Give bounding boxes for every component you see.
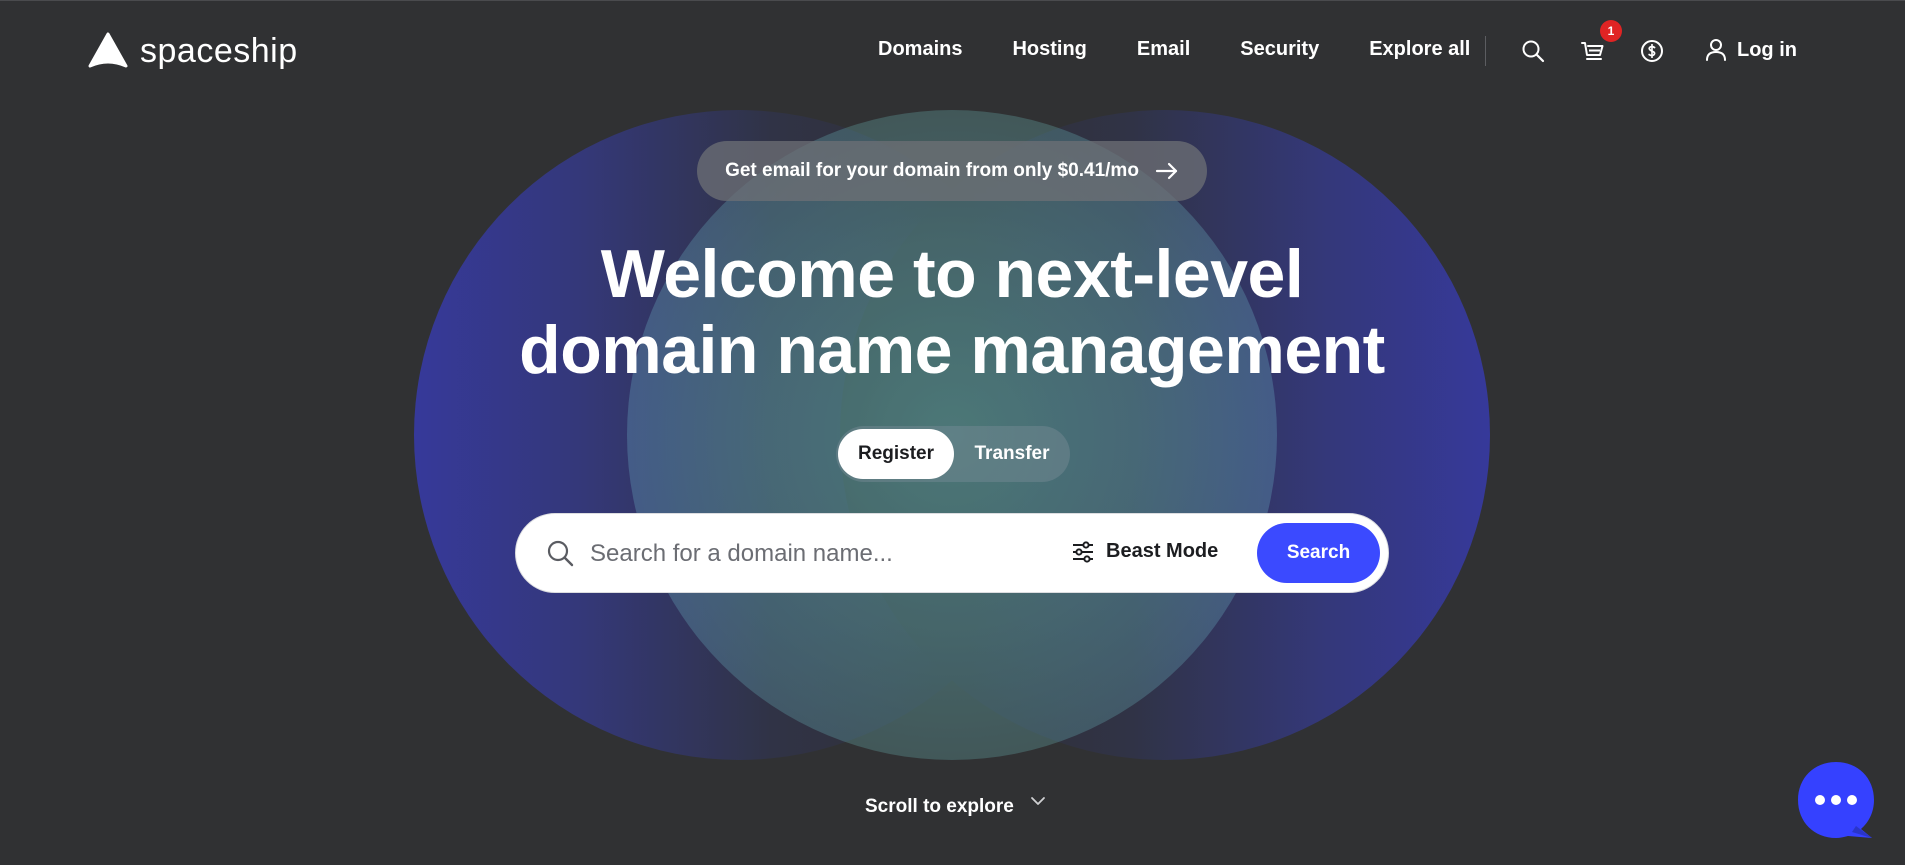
- nav-item-domains[interactable]: Domains: [878, 38, 962, 61]
- cart-count-badge: 1: [1600, 20, 1622, 42]
- beast-mode-label: Beast Mode: [1106, 540, 1219, 562]
- domain-search-input[interactable]: [588, 532, 1042, 576]
- scroll-label: Scroll to explore: [865, 796, 1014, 817]
- brand-logo[interactable]: spaceship: [88, 32, 298, 70]
- nav-item-security[interactable]: Security: [1240, 38, 1319, 61]
- login-button[interactable]: Log in: [1705, 38, 1797, 62]
- beast-mode-button[interactable]: Beast Mode: [1072, 540, 1218, 563]
- scroll-to-explore[interactable]: Scroll to explore: [865, 796, 1046, 818]
- nav-divider: [1485, 36, 1486, 66]
- nav-item-email[interactable]: Email: [1137, 38, 1190, 61]
- email-promo-banner[interactable]: Get email for your domain from only $0.4…: [697, 141, 1207, 201]
- tab-transfer[interactable]: Transfer: [960, 429, 1064, 479]
- site-header: spaceship Domains Hosting Email Security…: [0, 0, 1905, 100]
- search-button[interactable]: Search: [1257, 523, 1380, 583]
- spaceship-logo-icon: [88, 32, 128, 68]
- main-nav: Domains Hosting Email Security Explore a…: [878, 38, 1470, 61]
- sliders-icon: [1073, 540, 1093, 563]
- domain-search-bar: Beast Mode Search: [515, 513, 1389, 593]
- cart-icon[interactable]: [1578, 36, 1608, 66]
- chevron-down-icon: [1030, 797, 1045, 805]
- search-icon[interactable]: [1518, 36, 1548, 66]
- arrow-right-icon: [1155, 162, 1178, 180]
- promo-text: Get email for your domain from only $0.4…: [725, 160, 1139, 181]
- nav-item-hosting[interactable]: Hosting: [1012, 38, 1086, 61]
- register-transfer-toggle: Register Transfer: [836, 426, 1070, 482]
- chat-widget-button[interactable]: [1796, 760, 1876, 840]
- hero-title: Welcome to next-level domain name manage…: [452, 236, 1452, 388]
- tab-register[interactable]: Register: [838, 429, 954, 479]
- brand-name: spaceship: [140, 32, 298, 70]
- nav-item-explore-all[interactable]: Explore all: [1369, 38, 1470, 61]
- search-field-icon: [546, 539, 574, 572]
- chat-bubble-icon: [1798, 762, 1874, 838]
- hero-title-line2: domain name management: [519, 312, 1385, 388]
- hero-title-line1: Welcome to next-level: [600, 236, 1304, 312]
- user-icon: [1706, 39, 1726, 61]
- currency-icon[interactable]: [1637, 36, 1667, 66]
- login-label: Log in: [1737, 38, 1797, 61]
